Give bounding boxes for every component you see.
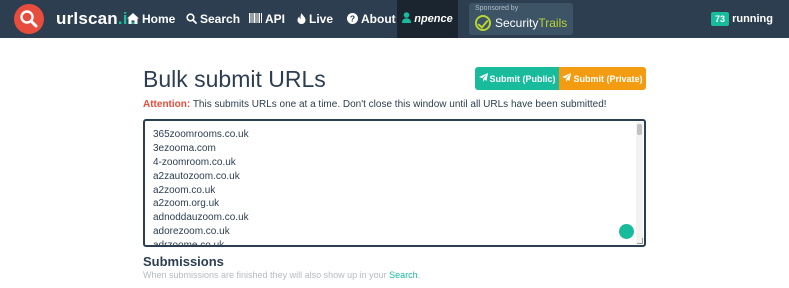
url-list: 365zoomrooms.co.uk 3ezooma.com 4-zoomroom.… <box>153 128 249 247</box>
fire-icon <box>297 12 306 26</box>
url-line: a2zautozoom.co.uk <box>153 170 240 182</box>
search-icon <box>186 12 197 26</box>
submit-private-label: Submit (Private) <box>573 73 643 84</box>
url-line: a2zoom.co.uk <box>153 184 216 196</box>
nav-search[interactable]: Search <box>186 0 240 38</box>
url-line: 365zoomrooms.co.uk <box>153 129 249 140</box>
url-line: 4-zoomroom.co.uk <box>153 156 236 168</box>
attention-notice: Attention: This submits URLs one at a ti… <box>143 99 607 110</box>
nav-user[interactable]: npence <box>397 0 458 38</box>
url-line: adnoddauzoom.co.uk <box>153 212 249 224</box>
brand-name: urlscan.io <box>56 9 139 28</box>
urls-textarea[interactable]: 365zoomrooms.co.uk 3ezooma.com 4-zoomroom.… <box>143 119 646 247</box>
nav-about[interactable]: ? About <box>347 0 396 38</box>
resize-grip-icon[interactable] <box>637 238 643 244</box>
securitytrails-check-icon <box>475 15 491 31</box>
urlscan-logo-icon <box>14 4 44 34</box>
paper-plane-icon <box>478 73 488 84</box>
submit-private-button[interactable]: Submit (Private) <box>559 67 646 90</box>
submit-public-label: Submit (Public) <box>489 73 556 84</box>
svg-text:?: ? <box>350 13 355 23</box>
nav-home[interactable]: Home <box>127 0 175 38</box>
nav-api[interactable]: API <box>249 0 285 38</box>
nav-search-label: Search <box>200 12 241 26</box>
nav-live[interactable]: Live <box>297 0 333 38</box>
running-label: running <box>732 13 773 25</box>
brand-link[interactable]: urlscan.io <box>14 4 138 34</box>
question-circle-icon: ? <box>347 12 358 26</box>
url-line: a2zoom.org.uk <box>153 198 220 210</box>
barcode-icon <box>249 13 262 25</box>
submissions-note: When submissions are finished they will … <box>143 270 421 280</box>
nav-user-label: npence <box>414 13 453 25</box>
url-line: adorezoom.co.uk <box>153 226 230 238</box>
url-line: 3ezooma.com <box>153 142 216 154</box>
running-indicator[interactable]: 73 running <box>711 12 773 26</box>
attention-label: Attention: <box>143 99 191 110</box>
page-title: Bulk submit URLs <box>143 66 326 92</box>
nav-home-label: Home <box>142 12 176 26</box>
user-icon <box>402 12 412 26</box>
attention-text: This submits URLs one at a time. Don't c… <box>190 99 607 110</box>
textarea-scrollbar[interactable] <box>636 122 643 244</box>
sponsor-caption: Sponsored by <box>475 5 519 12</box>
nav-api-label: API <box>265 12 286 26</box>
submissions-heading: Submissions <box>143 254 224 269</box>
search-link[interactable]: Search <box>389 270 418 280</box>
running-count-badge: 73 <box>711 12 730 26</box>
paper-plane-icon <box>562 73 572 84</box>
sponsor-name: SecurityTrails <box>495 16 568 30</box>
scrollbar-thumb[interactable] <box>637 124 642 135</box>
nav-about-label: About <box>361 12 396 26</box>
sponsor-banner[interactable]: Sponsored by SecurityTrails <box>469 3 573 35</box>
url-line: adrzoome.co.uk <box>153 240 225 247</box>
top-navbar: urlscan.io Home Search API Live ? About <box>0 0 789 38</box>
status-dot-icon[interactable] <box>619 224 634 239</box>
nav-live-label: Live <box>309 12 334 26</box>
submit-public-button[interactable]: Submit (Public) <box>475 67 559 90</box>
home-icon <box>127 12 139 26</box>
